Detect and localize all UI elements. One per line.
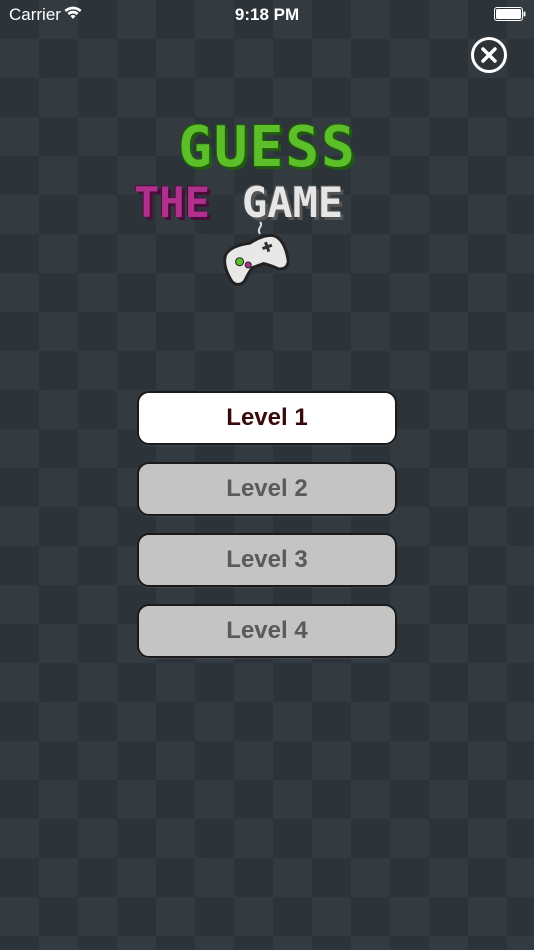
close-button[interactable] — [471, 37, 507, 73]
battery-icon — [494, 7, 526, 21]
logo-the-text: THE — [134, 178, 210, 227]
level-3-button[interactable]: Level 3 — [137, 533, 397, 587]
level-list: Level 1 Level 2 Level 3 Level 4 — [137, 391, 397, 675]
status-time: 9:18 PM — [234, 5, 300, 24]
gamepad-icon — [223, 221, 290, 286]
game-logo: GUESS THE GAME — [130, 120, 405, 295]
close-icon — [481, 47, 497, 63]
status-bar: Carrier 9:18 PM — [0, 0, 534, 28]
logo-guess-text: GUESS — [178, 115, 357, 180]
level-2-button[interactable]: Level 2 — [137, 462, 397, 516]
level-4-button[interactable]: Level 4 — [137, 604, 397, 658]
level-1-button[interactable]: Level 1 — [137, 391, 397, 445]
